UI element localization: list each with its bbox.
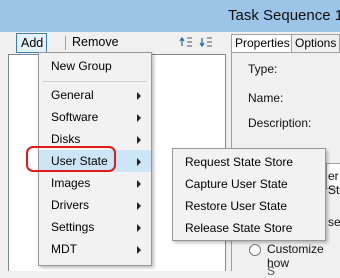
menu-separator — [43, 81, 147, 82]
submenu-item-label: Capture User State — [185, 177, 288, 191]
menu-item-label: Images — [51, 176, 91, 190]
window-title: Task Sequence 1 — [228, 7, 340, 24]
highlight-annotation — [26, 146, 116, 172]
customize-radio[interactable] — [249, 244, 261, 256]
menu-item-images[interactable]: Images — [39, 172, 151, 194]
menu-item-label: General — [51, 88, 94, 102]
chevron-right-icon — [137, 202, 141, 210]
chevron-right-icon — [137, 158, 141, 166]
chevron-right-icon — [137, 246, 141, 254]
name-label: Name: — [248, 91, 284, 105]
move-down-icon[interactable] — [199, 35, 213, 49]
menu-item-label: New Group — [51, 59, 112, 73]
menu-item-label: Software — [51, 110, 99, 124]
submenu-item-request-state-store[interactable]: Request State Store — [173, 151, 325, 173]
menu-item-label: Drivers — [51, 198, 89, 212]
type-label: Type: — [248, 62, 278, 76]
title-bar: Task Sequence 1 — [0, 0, 340, 32]
submenu-item-label: Request State Store — [185, 155, 294, 169]
menu-item-label: MDT — [51, 242, 77, 256]
toolbar-separator — [65, 36, 66, 50]
partial-label-2: S — [267, 264, 276, 278]
add-button[interactable]: Add ▾ — [16, 33, 48, 67]
add-button-label: Add — [21, 36, 44, 50]
submenu-item-label: Release State Store — [185, 221, 293, 235]
chevron-right-icon — [137, 180, 141, 188]
description-label: Description: — [248, 116, 312, 130]
chevron-right-icon — [137, 224, 141, 232]
menu-item-general[interactable]: General — [39, 84, 151, 106]
menu-item-mdt[interactable]: MDT — [39, 238, 151, 260]
chevron-right-icon — [137, 114, 141, 122]
menu-item-label: Settings — [51, 220, 95, 234]
customize-label: Customize how — [267, 242, 324, 270]
submenu-item-restore-user-state[interactable]: Restore User State — [173, 195, 325, 217]
chevron-right-icon — [137, 136, 141, 144]
user-state-submenu: Request State Store Capture User State R… — [172, 148, 326, 241]
tab-properties[interactable]: Properties — [231, 34, 294, 53]
partial-field[interactable]: er Sta — [326, 163, 340, 197]
tab-options[interactable]: Options — [291, 34, 340, 52]
partial-label: se — [328, 215, 340, 229]
menu-item-new-group[interactable]: New Group — [39, 55, 151, 77]
chevron-right-icon — [137, 92, 141, 100]
remove-button[interactable]: Remove — [68, 33, 123, 51]
menu-item-settings[interactable]: Settings — [39, 216, 151, 238]
submenu-item-release-state-store[interactable]: Release State Store — [173, 217, 325, 239]
submenu-item-label: Restore User State — [185, 199, 288, 213]
menu-item-software[interactable]: Software — [39, 106, 151, 128]
menu-item-drivers[interactable]: Drivers — [39, 194, 151, 216]
partial-field-text: er Sta — [328, 169, 340, 197]
move-up-icon[interactable] — [179, 35, 193, 49]
submenu-item-capture-user-state[interactable]: Capture User State — [173, 173, 325, 195]
